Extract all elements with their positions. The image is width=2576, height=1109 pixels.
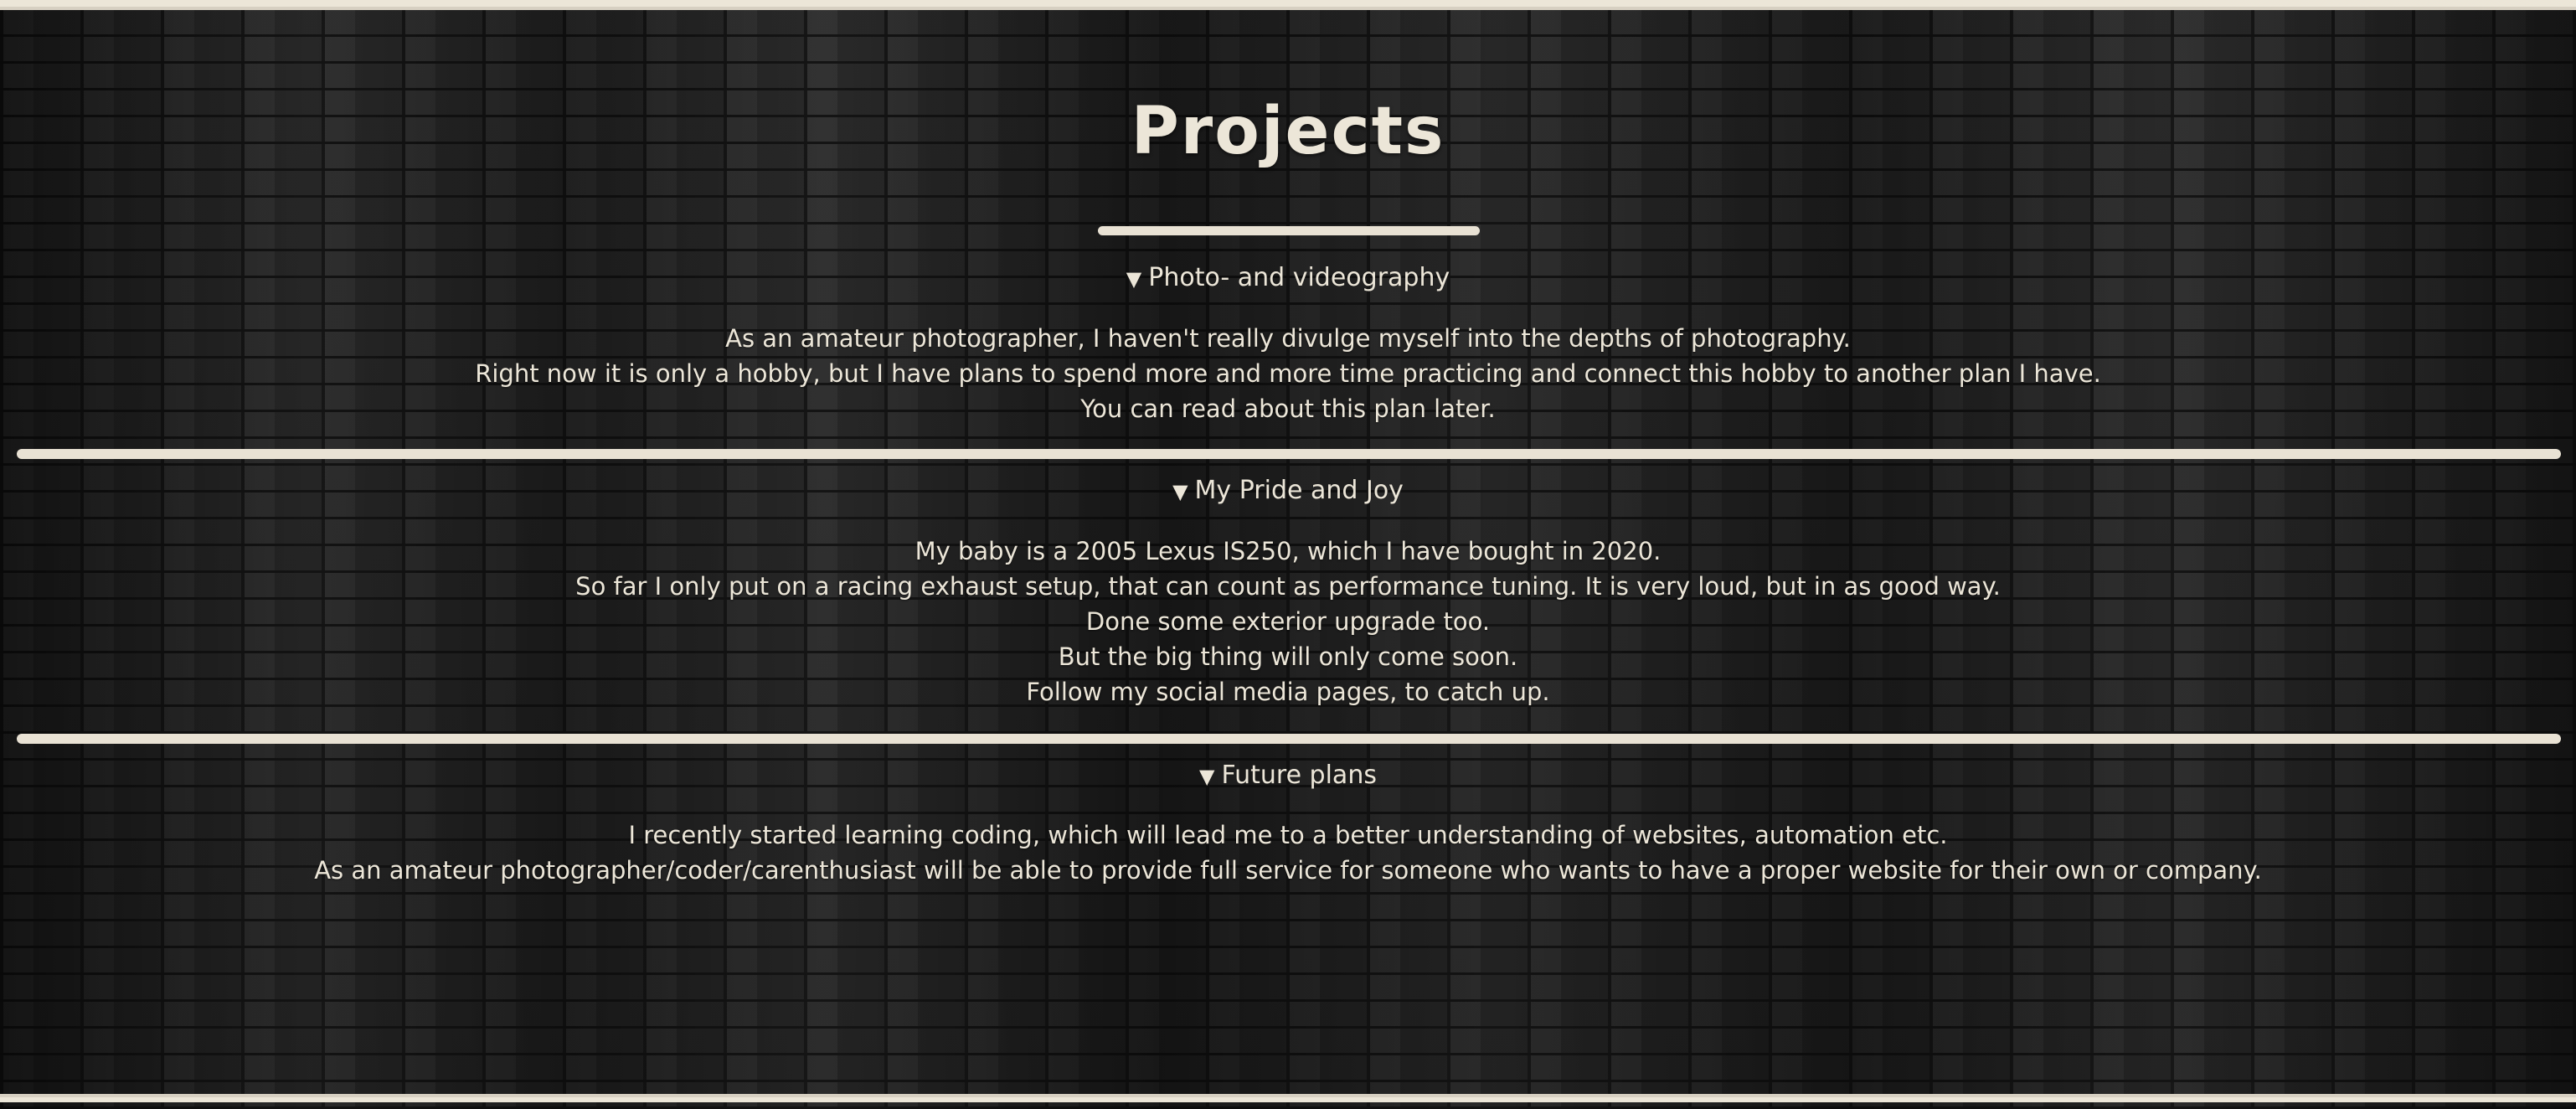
section-summary-label: My Pride and Joy [1194,476,1404,505]
paragraph-line: Done some exterior upgrade too. [1085,607,1491,636]
triangle-down-icon: ▼ [1172,480,1188,503]
top-border [0,0,2576,10]
bottom-border [0,1094,2576,1102]
triangle-down-icon: ▼ [1126,267,1142,291]
paragraph-line: I recently started learning coding, whic… [628,821,1948,849]
section-summary-photo-videography[interactable]: ▼ Photo- and videography [0,261,2576,296]
triangle-down-icon: ▼ [1199,765,1215,788]
section-summary-future-plans[interactable]: ▼ Future plans [0,759,2576,793]
page-title: Projects [1131,94,1445,169]
section-content-photo-videography: As an amateur photographer, I haven't re… [0,321,2576,426]
section-summary-label: Future plans [1221,761,1377,790]
paragraph-line: As an amateur photographer/coder/carenth… [314,856,2262,885]
section-divider [17,449,2561,459]
section-summary-label: Photo- and videography [1148,263,1450,292]
section-divider [17,734,2561,744]
paragraph-line: You can read about this plan later. [1080,395,1496,423]
paragraph-line: So far I only put on a racing exhaust se… [575,572,2001,601]
title-underline [1098,226,1480,235]
paragraph-line: As an amateur photographer, I haven't re… [725,324,1851,353]
paragraph-line: My baby is a 2005 Lexus IS250, which I h… [914,537,1662,565]
section-content-future-plans: I recently started learning coding, whic… [0,818,2576,888]
section-content-pride-and-joy: My baby is a 2005 Lexus IS250, which I h… [0,534,2576,709]
paragraph-line: But the big thing will only come soon. [1058,642,1518,671]
paragraph-line: Follow my social media pages, to catch u… [1026,678,1550,706]
section-summary-pride-and-joy[interactable]: ▼ My Pride and Joy [0,474,2576,508]
paragraph-line: Right now it is only a hobby, but I have… [475,359,2101,388]
